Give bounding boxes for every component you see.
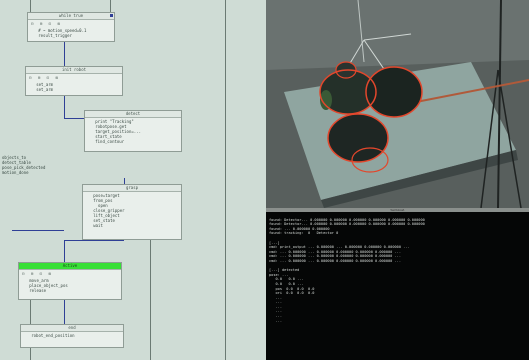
- terminal-output: found: Detector... 0.000000 0.000000 0.0…: [266, 212, 529, 329]
- node-toolbar-icons[interactable]: ⊟ ⊞ ⊡ ⊠: [28, 20, 114, 27]
- camera-view: [266, 0, 529, 208]
- terminal-line: [...] detected: [269, 268, 300, 273]
- terminal-line: ...: [269, 309, 282, 314]
- state-node-title[interactable]: init robot: [26, 67, 122, 74]
- camera-scene: [266, 0, 529, 208]
- side-annotation: objects_to detect_table pose_pick_detect…: [2, 155, 46, 175]
- transition-wire: [64, 300, 65, 324]
- state-node-title[interactable]: while true: [28, 13, 114, 20]
- state-node[interactable]: detect print "Tracking" robotpose.get ta…: [84, 110, 182, 152]
- terminal-line: cmd: ... 0.000000 ... 0.000000 0.000000 …: [269, 254, 401, 259]
- terminal-line: cmd: print_output ... 0.000000 ... 0.000…: [269, 245, 410, 250]
- terminal-line: found: tracking: 0 Detector 0: [269, 231, 339, 236]
- terminal-line: found: Detector... 0.000000 0.000000 0.0…: [269, 217, 425, 222]
- state-node-title[interactable]: Active: [19, 263, 121, 270]
- graph-edge: [150, 240, 151, 360]
- transition-wire: [64, 240, 65, 264]
- node-toolbar-icons[interactable]: ⊟ ⊞ ⊡ ⊠: [19, 270, 121, 277]
- state-node-title[interactable]: end: [21, 325, 123, 332]
- wall: [266, 0, 529, 70]
- terminal-line: found: Detector... 0.000000 0.000000 0.0…: [269, 222, 425, 227]
- node-toolbar-icons[interactable]: ⊟ ⊞ ⊡ ⊠: [26, 74, 122, 81]
- terminal-line: ...: [269, 318, 282, 323]
- graph-edge: [225, 0, 226, 360]
- transition-wire: [64, 240, 124, 241]
- terminal-line: ...: [269, 304, 282, 309]
- active-state-node[interactable]: Active ⊟ ⊞ ⊡ ⊠ move_arm place_object_pos…: [18, 262, 122, 300]
- terminal-line: found: ... 0.000000 0.000000: [269, 226, 330, 231]
- transition-wire: [64, 94, 65, 118]
- state-node-title[interactable]: grasp: [83, 185, 181, 192]
- terminal-line: 0.0 0.0 ...: [269, 281, 304, 286]
- node-code-line: set_arm: [29, 87, 54, 92]
- state-node[interactable]: end robot_end_position: [20, 324, 124, 348]
- node-code-line: find_contour: [88, 139, 125, 144]
- node-code-line: release: [22, 288, 47, 293]
- terminal-line: ori 0.0 0.0 0.0: [269, 291, 315, 296]
- terminal-line: ...: [269, 300, 282, 305]
- transition-wire: [12, 230, 64, 231]
- transition-wire: [64, 40, 65, 66]
- state-node[interactable]: init robot ⊟ ⊞ ⊡ ⊠ set_arm set_arm: [25, 66, 123, 96]
- terminal-line: 0.0 0.0 ...: [269, 277, 304, 282]
- terminal-line: pose: ...: [269, 272, 289, 277]
- terminal-line: ...: [269, 295, 282, 300]
- terminal-window[interactable]: terminal found: Detector... 0.000000 0.0…: [266, 208, 529, 360]
- terminal-line: cmd: ... 0.000000 ... 0.000000 0.000000 …: [269, 249, 401, 254]
- node-code-line: wait: [86, 223, 103, 228]
- state-node[interactable]: while true ⊟ ⊞ ⊡ ⊠ # ~ motion_speed=0.1 …: [27, 12, 115, 42]
- node-code-line: result_trigger: [31, 33, 72, 38]
- terminal-line: ...: [269, 314, 282, 319]
- terminal-line: pos 0.0 0.0 0.0: [269, 286, 315, 291]
- node-code-line: robot_end_position: [24, 333, 75, 338]
- node-port[interactable]: [110, 14, 113, 17]
- state-machine-editor[interactable]: while true ⊟ ⊞ ⊡ ⊠ # ~ motion_speed=0.1 …: [0, 0, 266, 360]
- state-node-title[interactable]: detect: [85, 111, 181, 118]
- terminal-line: cmd: ... 0.000000 ... 0.000000 0.000000 …: [269, 258, 401, 263]
- state-node[interactable]: grasp pose=target from_pos open close_gr…: [82, 184, 182, 240]
- terminal-line: [...]: [269, 240, 280, 245]
